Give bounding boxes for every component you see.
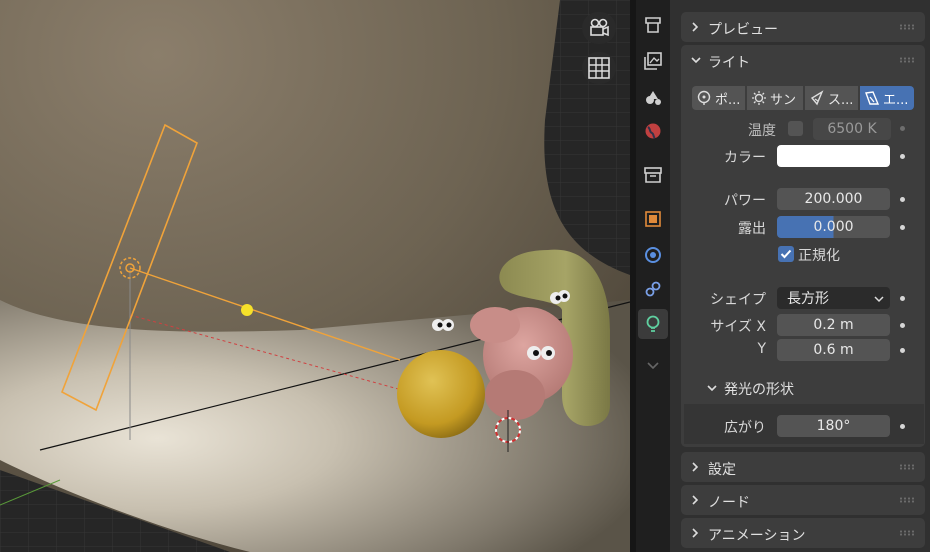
drag-handle-icon[interactable] [899,464,915,470]
temperature-field[interactable]: 6500 K [813,118,891,140]
point-light-icon [697,90,711,105]
shape-label: シェイプ [710,292,766,308]
exposure-keyframe-dot[interactable] [900,225,905,230]
preview-header: プレビュー [708,22,778,38]
drag-handle-icon[interactable] [899,24,915,30]
power-field[interactable]: 200.000 [777,188,890,210]
power-keyframe-dot[interactable] [900,197,905,202]
spread-label: 広がり [724,420,766,436]
nodes-header: ノード [708,495,750,511]
chevron-right-icon [692,495,699,505]
exposure-label: 露出 [738,221,766,237]
temperature-checkbox[interactable] [788,121,803,136]
size-y-field[interactable]: 0.6 m [777,339,890,361]
temperature-keyframe-dot[interactable] [900,126,905,131]
light-header: ライト [708,55,750,71]
chevron-down-icon [707,385,717,392]
shape-value: 長方形 [787,291,829,307]
light-type-area[interactable]: エ... [860,86,914,110]
chevron-down-icon [691,57,701,64]
spread-keyframe-dot[interactable] [900,424,905,429]
physics-icon[interactable] [638,240,668,270]
size-x-label: サイズ X [710,319,766,335]
chevron-right-icon [692,462,699,472]
light-type-area-label: エ... [883,92,909,108]
light-type-point[interactable]: ポ... [692,86,745,110]
output-icon[interactable] [638,46,668,76]
light-type-point-label: ポ... [715,92,741,108]
settings-header: 設定 [708,462,736,478]
color-swatch[interactable] [777,145,890,167]
render-icon[interactable] [638,10,668,40]
shape-keyframe-dot[interactable] [900,296,905,301]
drag-handle-icon[interactable] [899,57,915,63]
exposure-value: 0.000 [813,219,854,235]
grid-icon[interactable] [582,52,616,84]
color-label: カラー [724,150,766,166]
size-y-label: Y [757,341,766,357]
properties-tabs [636,0,670,552]
more-icon[interactable] [638,350,668,380]
size-x-keyframe-dot[interactable] [900,323,905,328]
chevron-down-icon [874,296,884,303]
size-x-field[interactable]: 0.2 m [777,314,890,336]
area-light-icon [865,91,880,105]
viewport-scene[interactable] [0,0,630,552]
drag-handle-icon[interactable] [899,497,915,503]
light-type-spot[interactable]: ス... [805,86,858,110]
light-panel-header[interactable]: ライト [681,45,925,75]
light-type-spot-label: ス... [828,92,854,108]
light-type-sun-label: サン [770,92,797,108]
collection-icon[interactable] [638,160,668,190]
3d-viewport[interactable] [0,0,630,552]
beam-shape-header: 発光の形状 [724,382,794,398]
settings-panel[interactable]: 設定 [681,452,925,482]
checkmark-icon [780,249,792,259]
color-keyframe-dot[interactable] [900,154,905,159]
exposure-slider[interactable]: 0.000 [777,216,890,238]
chevron-right-icon [692,22,699,32]
spot-light-icon [810,90,824,106]
power-label: パワー [724,193,766,209]
light-type-sun[interactable]: サン [747,86,803,110]
temperature-label: 温度 [748,123,776,139]
object-icon[interactable] [638,204,668,234]
preview-panel[interactable]: プレビュー [681,12,925,42]
shape-dropdown[interactable]: 長方形 [777,287,890,309]
animation-header: アニメーション [708,528,806,544]
scene-icon[interactable] [638,82,668,112]
normalize-label: 正規化 [798,248,840,264]
camera-icon[interactable] [582,12,616,44]
spread-field[interactable]: 180° [777,415,890,437]
drag-handle-icon[interactable] [899,530,915,536]
light-data-icon[interactable] [638,309,668,339]
chevron-right-icon [692,528,699,538]
constraints-icon[interactable] [638,274,668,304]
normalize-checkbox[interactable] [778,246,794,262]
world-icon[interactable] [638,116,668,146]
sun-light-icon [752,91,766,105]
nodes-panel[interactable]: ノード [681,485,925,515]
animation-panel[interactable]: アニメーション [681,518,925,548]
beam-shape-subpanel-header[interactable]: 発光の形状 [696,374,924,402]
size-y-keyframe-dot[interactable] [900,348,905,353]
